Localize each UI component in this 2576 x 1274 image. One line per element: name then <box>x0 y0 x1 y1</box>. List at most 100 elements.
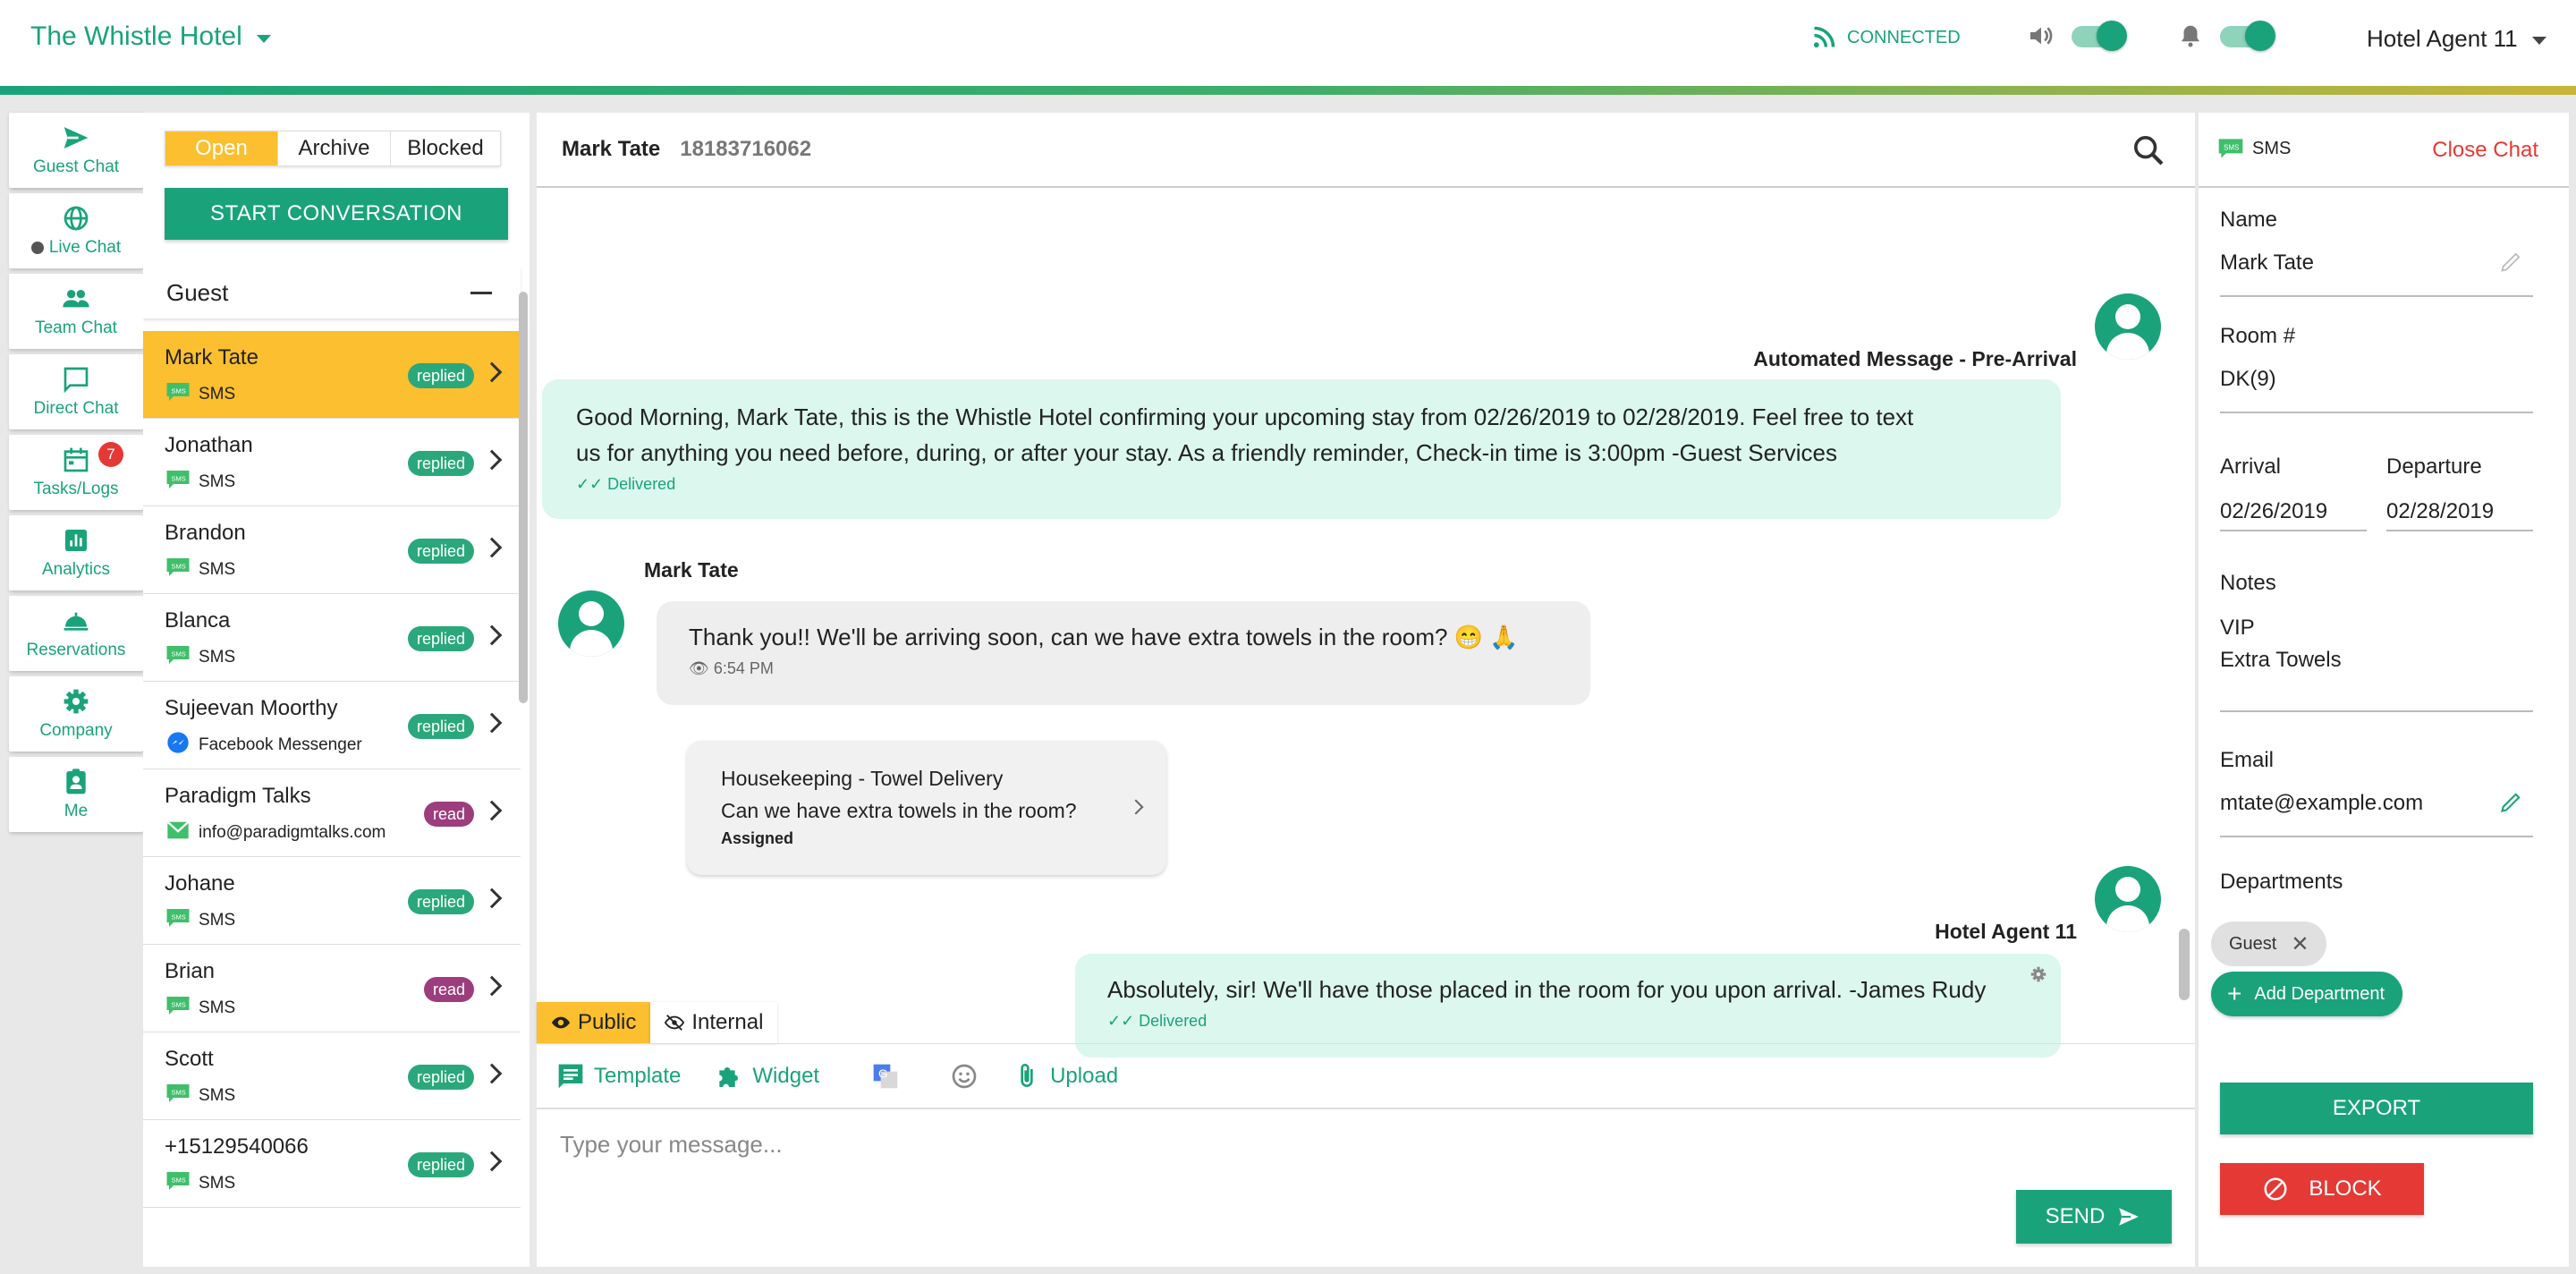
edit-icon[interactable] <box>2499 249 2524 274</box>
conversation-row[interactable]: Mark Tate SMS SMS replied <box>143 331 521 419</box>
chevron-down-icon <box>256 34 271 43</box>
conversation-name: +15129540066 <box>165 1134 309 1159</box>
sound-toggle[interactable] <box>2072 21 2127 51</box>
channel-label: SMS <box>199 472 236 491</box>
connection-status: CONNECTED <box>1811 25 1961 50</box>
sms-icon: SMS <box>165 993 191 1023</box>
conversation-name: Paradigm Talks <box>165 784 311 808</box>
conversation-row[interactable]: Paradigm Talks info@paradigmtalks.com read <box>143 769 521 857</box>
chevron-right-icon <box>481 975 503 997</box>
nav-company[interactable]: Company <box>9 676 143 752</box>
emoji-button[interactable] <box>950 1062 979 1091</box>
conversation-row[interactable]: Johane SMS SMS replied <box>143 857 521 945</box>
tab-blocked[interactable]: Blocked <box>391 132 500 166</box>
chevron-right-icon <box>481 624 503 646</box>
task-card[interactable]: Housekeeping - Towel Delivery Can we hav… <box>687 741 1166 875</box>
sms-icon: SMS <box>2218 139 2243 158</box>
avatar <box>2095 866 2161 932</box>
nav-direct-chat[interactable]: Direct Chat <box>9 354 143 429</box>
translate-button[interactable]: G <box>871 1062 900 1091</box>
tab-public[interactable]: Public <box>537 1002 651 1043</box>
conversation-name: Scott <box>165 1047 214 1071</box>
upload-button[interactable]: Upload <box>1013 1062 1118 1091</box>
status-badge: replied <box>407 626 474 651</box>
nav-guest-chat[interactable]: Guest Chat <box>9 113 143 188</box>
add-department-button[interactable]: + Add Department <box>2211 972 2402 1016</box>
room-field[interactable]: DK(9) <box>2220 367 2276 392</box>
export-button[interactable]: EXPORT <box>2220 1083 2533 1134</box>
close-chat-button[interactable]: Close Chat <box>2432 138 2538 163</box>
send-button[interactable]: SEND <box>2016 1190 2172 1244</box>
arrival-field[interactable]: 02/26/2019 <box>2220 499 2327 524</box>
edit-icon[interactable] <box>2499 789 2524 814</box>
volume-icon <box>2030 27 2053 45</box>
nav-team-chat[interactable]: Team Chat <box>9 274 143 349</box>
messenger-icon <box>165 730 191 760</box>
conversation-row[interactable]: Sujeevan Moorthy Facebook Messenger replie… <box>143 682 521 769</box>
nav-tasks-logs[interactable]: Tasks/Logs 7 <box>9 435 143 510</box>
sender-name: Mark Tate <box>644 558 739 582</box>
eye-icon <box>551 1016 571 1029</box>
conversation-scrollbar[interactable] <box>519 292 528 703</box>
remove-chip-icon[interactable]: ✕ <box>2291 931 2309 957</box>
search-icon[interactable] <box>2131 132 2166 168</box>
hotel-selector[interactable]: The Whistle Hotel <box>30 21 271 52</box>
conversation-channel: SMS SMS <box>165 905 235 936</box>
conversation-row[interactable]: Jonathan SMS SMS replied <box>143 419 521 506</box>
nav-me[interactable]: Me <box>9 757 143 832</box>
task-status: Assigned <box>721 829 794 847</box>
conversation-row[interactable]: Scott SMS SMS replied <box>143 1032 521 1120</box>
nav-analytics[interactable]: Analytics <box>9 515 143 590</box>
channel-label: SMS <box>199 385 236 403</box>
block-button[interactable]: BLOCK <box>2220 1163 2424 1215</box>
field-underline <box>2386 530 2533 531</box>
tab-internal[interactable]: Internal <box>650 1002 778 1043</box>
conversation-row[interactable]: Brian SMS SMS read <box>143 945 521 1032</box>
nav-label: Company <box>39 721 113 740</box>
sms-icon: SMS <box>165 905 191 936</box>
connection-label: CONNECTED <box>1847 27 1961 47</box>
gear-icon[interactable] <box>2029 964 2048 984</box>
nav-label: Team Chat <box>35 318 117 337</box>
start-conversation-button[interactable]: START CONVERSATION <box>165 188 508 240</box>
nav-reservations[interactable]: Reservations <box>9 596 143 671</box>
sender-name: Hotel Agent 11 <box>1935 920 2077 943</box>
widget-button[interactable]: Widget <box>715 1062 819 1091</box>
tool-label: Upload <box>1050 1063 1119 1088</box>
chevron-right-icon <box>481 712 503 734</box>
header-gradient-divider <box>0 86 2576 95</box>
departure-field[interactable]: 02/28/2019 <box>2386 499 2494 524</box>
notification-toggle-group <box>2177 21 2275 51</box>
add-department-label: Add Department <box>2254 983 2385 1004</box>
conversation-row[interactable]: +15129540066 SMS SMS replied <box>143 1120 521 1208</box>
notification-toggle[interactable] <box>2220 21 2275 51</box>
hotel-name: The Whistle Hotel <box>30 21 242 51</box>
message-label: Automated Message - Pre-Arrival <box>1753 347 2077 370</box>
guest-group-header[interactable]: Guest <box>143 267 521 318</box>
nav-label: Live Chat <box>48 238 122 257</box>
sms-icon: SMS <box>165 642 191 673</box>
nav-label: Reservations <box>26 641 126 659</box>
template-button[interactable]: Template <box>556 1062 681 1091</box>
tab-archive[interactable]: Archive <box>278 132 391 166</box>
email-field[interactable]: mtate@example.com <box>2220 791 2423 816</box>
chevron-right-icon <box>481 537 503 558</box>
left-nav: Guest Chat Live Chat Team Chat Direct Ch… <box>9 113 143 837</box>
status-badge: read <box>423 977 474 1002</box>
chat-scrollbar[interactable] <box>2179 929 2190 1000</box>
name-label: Name <box>2220 208 2278 232</box>
channel-indicator: SMS SMS <box>2216 136 2291 161</box>
name-field[interactable]: Mark Tate <box>2220 251 2314 276</box>
delivery-status: ✓✓ Delivered <box>1107 1012 1208 1030</box>
collapse-icon[interactable] <box>470 292 492 294</box>
notes-line[interactable]: Extra Towels <box>2220 648 2342 673</box>
agent-menu[interactable]: Hotel Agent 11 <box>2367 25 2546 53</box>
tool-label: Widget <box>752 1063 820 1088</box>
message-input[interactable] <box>537 1111 2195 1267</box>
nav-live-chat[interactable]: Live Chat <box>9 193 143 268</box>
conversation-row[interactable]: Blanca SMS SMS replied <box>143 594 521 682</box>
conversation-row[interactable]: Brandon SMS SMS replied <box>143 506 521 594</box>
tab-open[interactable]: Open <box>165 132 278 166</box>
seen-timestamp: 👁 6:54 PM <box>689 659 774 677</box>
notes-line[interactable]: VIP <box>2220 616 2255 641</box>
